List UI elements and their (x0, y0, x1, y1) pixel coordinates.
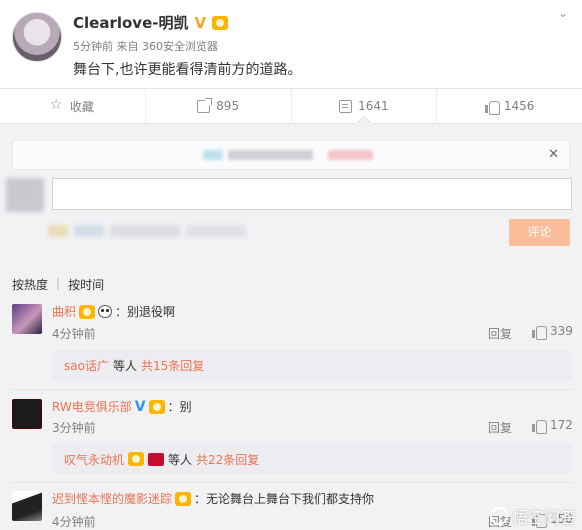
thumbs-up-icon (532, 419, 547, 434)
sub-reply-user[interactable]: 叹气永动机 (64, 451, 124, 468)
commenter-name[interactable]: 曲积 (52, 303, 76, 320)
watermark-text: 悟空问答 (511, 508, 576, 527)
blurred-text (228, 150, 313, 160)
reply-button[interactable]: 回复 (488, 325, 512, 342)
comment-like-button[interactable]: 339 (532, 324, 573, 340)
comment-line: 曲积 ：别退役啊 (52, 303, 175, 320)
comment-icon (339, 99, 353, 113)
member-level-icon (175, 491, 192, 506)
image-icon[interactable] (74, 225, 104, 237)
comment-text: ：别 (167, 400, 192, 414)
member-level-icon (212, 15, 229, 30)
comment-count: 1641 (358, 99, 389, 113)
watermark: 悟空问答 (489, 504, 576, 528)
comment-like-button[interactable]: 172 (532, 418, 573, 434)
commenter-name[interactable]: 迟到悭本悭的魔影迷踪 (52, 490, 172, 507)
post-meta: 5分钟前 来自 360安全浏览器 (73, 40, 218, 53)
sub-reply-mid: 等人 (112, 358, 137, 373)
member-level-icon (148, 399, 165, 414)
blurred-text (203, 150, 223, 160)
divider: | (56, 276, 61, 290)
close-icon[interactable]: ✕ (548, 147, 559, 162)
reply-button[interactable]: 回复 (488, 419, 512, 436)
blurred-text (328, 150, 373, 160)
tab-sort-hot[interactable]: 按热度 (12, 276, 48, 293)
star-icon (50, 97, 64, 113)
divider (12, 389, 572, 390)
post-text: 舞台下,也许更能看得清前方的道路。 (73, 62, 302, 78)
emoji-icon[interactable] (48, 225, 68, 237)
weibo-post: Clearlove-明凯 V ⌄ 5分钟前 来自 360安全浏览器 舞台下,也许… (0, 0, 582, 530)
repost-button[interactable]: 895 (146, 89, 292, 123)
blurred-tip-bar: ✕ (12, 140, 570, 170)
like-button[interactable]: 1456 (437, 89, 582, 123)
composer-toolbar (48, 225, 268, 239)
divider (12, 482, 572, 483)
sub-reply-count[interactable]: 共15条回复 (141, 357, 204, 374)
current-user-avatar (6, 178, 44, 212)
repost-count: 895 (216, 99, 240, 113)
comment-like-count: 339 (550, 324, 573, 338)
comment-line: 迟到悭本悭的魔影迷踪 ：无论舞台上舞台下我们都支持你 (52, 490, 374, 507)
comment-time: 4分钟前 (52, 327, 96, 341)
commenter-avatar[interactable] (12, 399, 42, 429)
panda-badge-icon (98, 305, 113, 318)
comment-like-count: 172 (550, 418, 573, 432)
member-level-icon (128, 452, 145, 466)
author-avatar[interactable] (12, 12, 62, 62)
member-level-icon (79, 304, 96, 319)
sub-replies-summary[interactable]: 叹气永动机 等人 共22条回复 (52, 444, 572, 474)
watermark-logo-icon (489, 507, 508, 525)
comment-line: RW电竞俱乐部 V ：别 (52, 398, 192, 415)
submit-comment-button[interactable]: 评论 (509, 219, 570, 246)
tab-sort-time[interactable]: 按时间 (68, 276, 104, 293)
like-count: 1456 (503, 99, 535, 113)
commenter-avatar[interactable] (12, 491, 42, 521)
favorite-label: 收藏 (69, 99, 94, 114)
option-label[interactable] (186, 225, 246, 237)
comment-button[interactable]: 1641 (292, 89, 438, 133)
comment-text: ：无论舞台上舞台下我们都支持你 (194, 492, 375, 506)
author-row: Clearlove-明凯 V (73, 12, 229, 33)
sub-reply-mid: 等人 (168, 452, 193, 467)
thumbs-up-icon (484, 100, 500, 115)
sub-replies-summary[interactable]: sao话广 等人 共15条回复 (52, 350, 572, 380)
comment-time: 3分钟前 (52, 421, 96, 435)
comment-input[interactable] (52, 178, 572, 210)
repost-icon (197, 97, 213, 113)
comment-time: 4分钟前 (52, 515, 96, 529)
sub-reply-user[interactable]: sao话广 (64, 357, 109, 374)
option-label[interactable] (110, 225, 180, 237)
favorite-button[interactable]: 收藏 (0, 89, 146, 123)
comment-text: ：别退役啊 (115, 305, 176, 319)
sub-reply-count[interactable]: 共22条回复 (196, 451, 259, 468)
thumbs-up-icon (532, 325, 547, 340)
verified-blue-icon: V (134, 398, 146, 415)
chevron-down-icon[interactable]: ⌄ (558, 6, 568, 20)
commenter-avatar[interactable] (12, 304, 42, 334)
club-badge-icon (148, 452, 165, 466)
verified-badge-icon: V (194, 13, 207, 32)
sort-tabs: 按热度 | 按时间 (12, 276, 104, 293)
commenter-name[interactable]: RW电竞俱乐部 (52, 398, 132, 415)
author-name[interactable]: Clearlove-明凯 (73, 12, 188, 33)
action-bar: 收藏 895 1641 1456 (0, 88, 582, 133)
